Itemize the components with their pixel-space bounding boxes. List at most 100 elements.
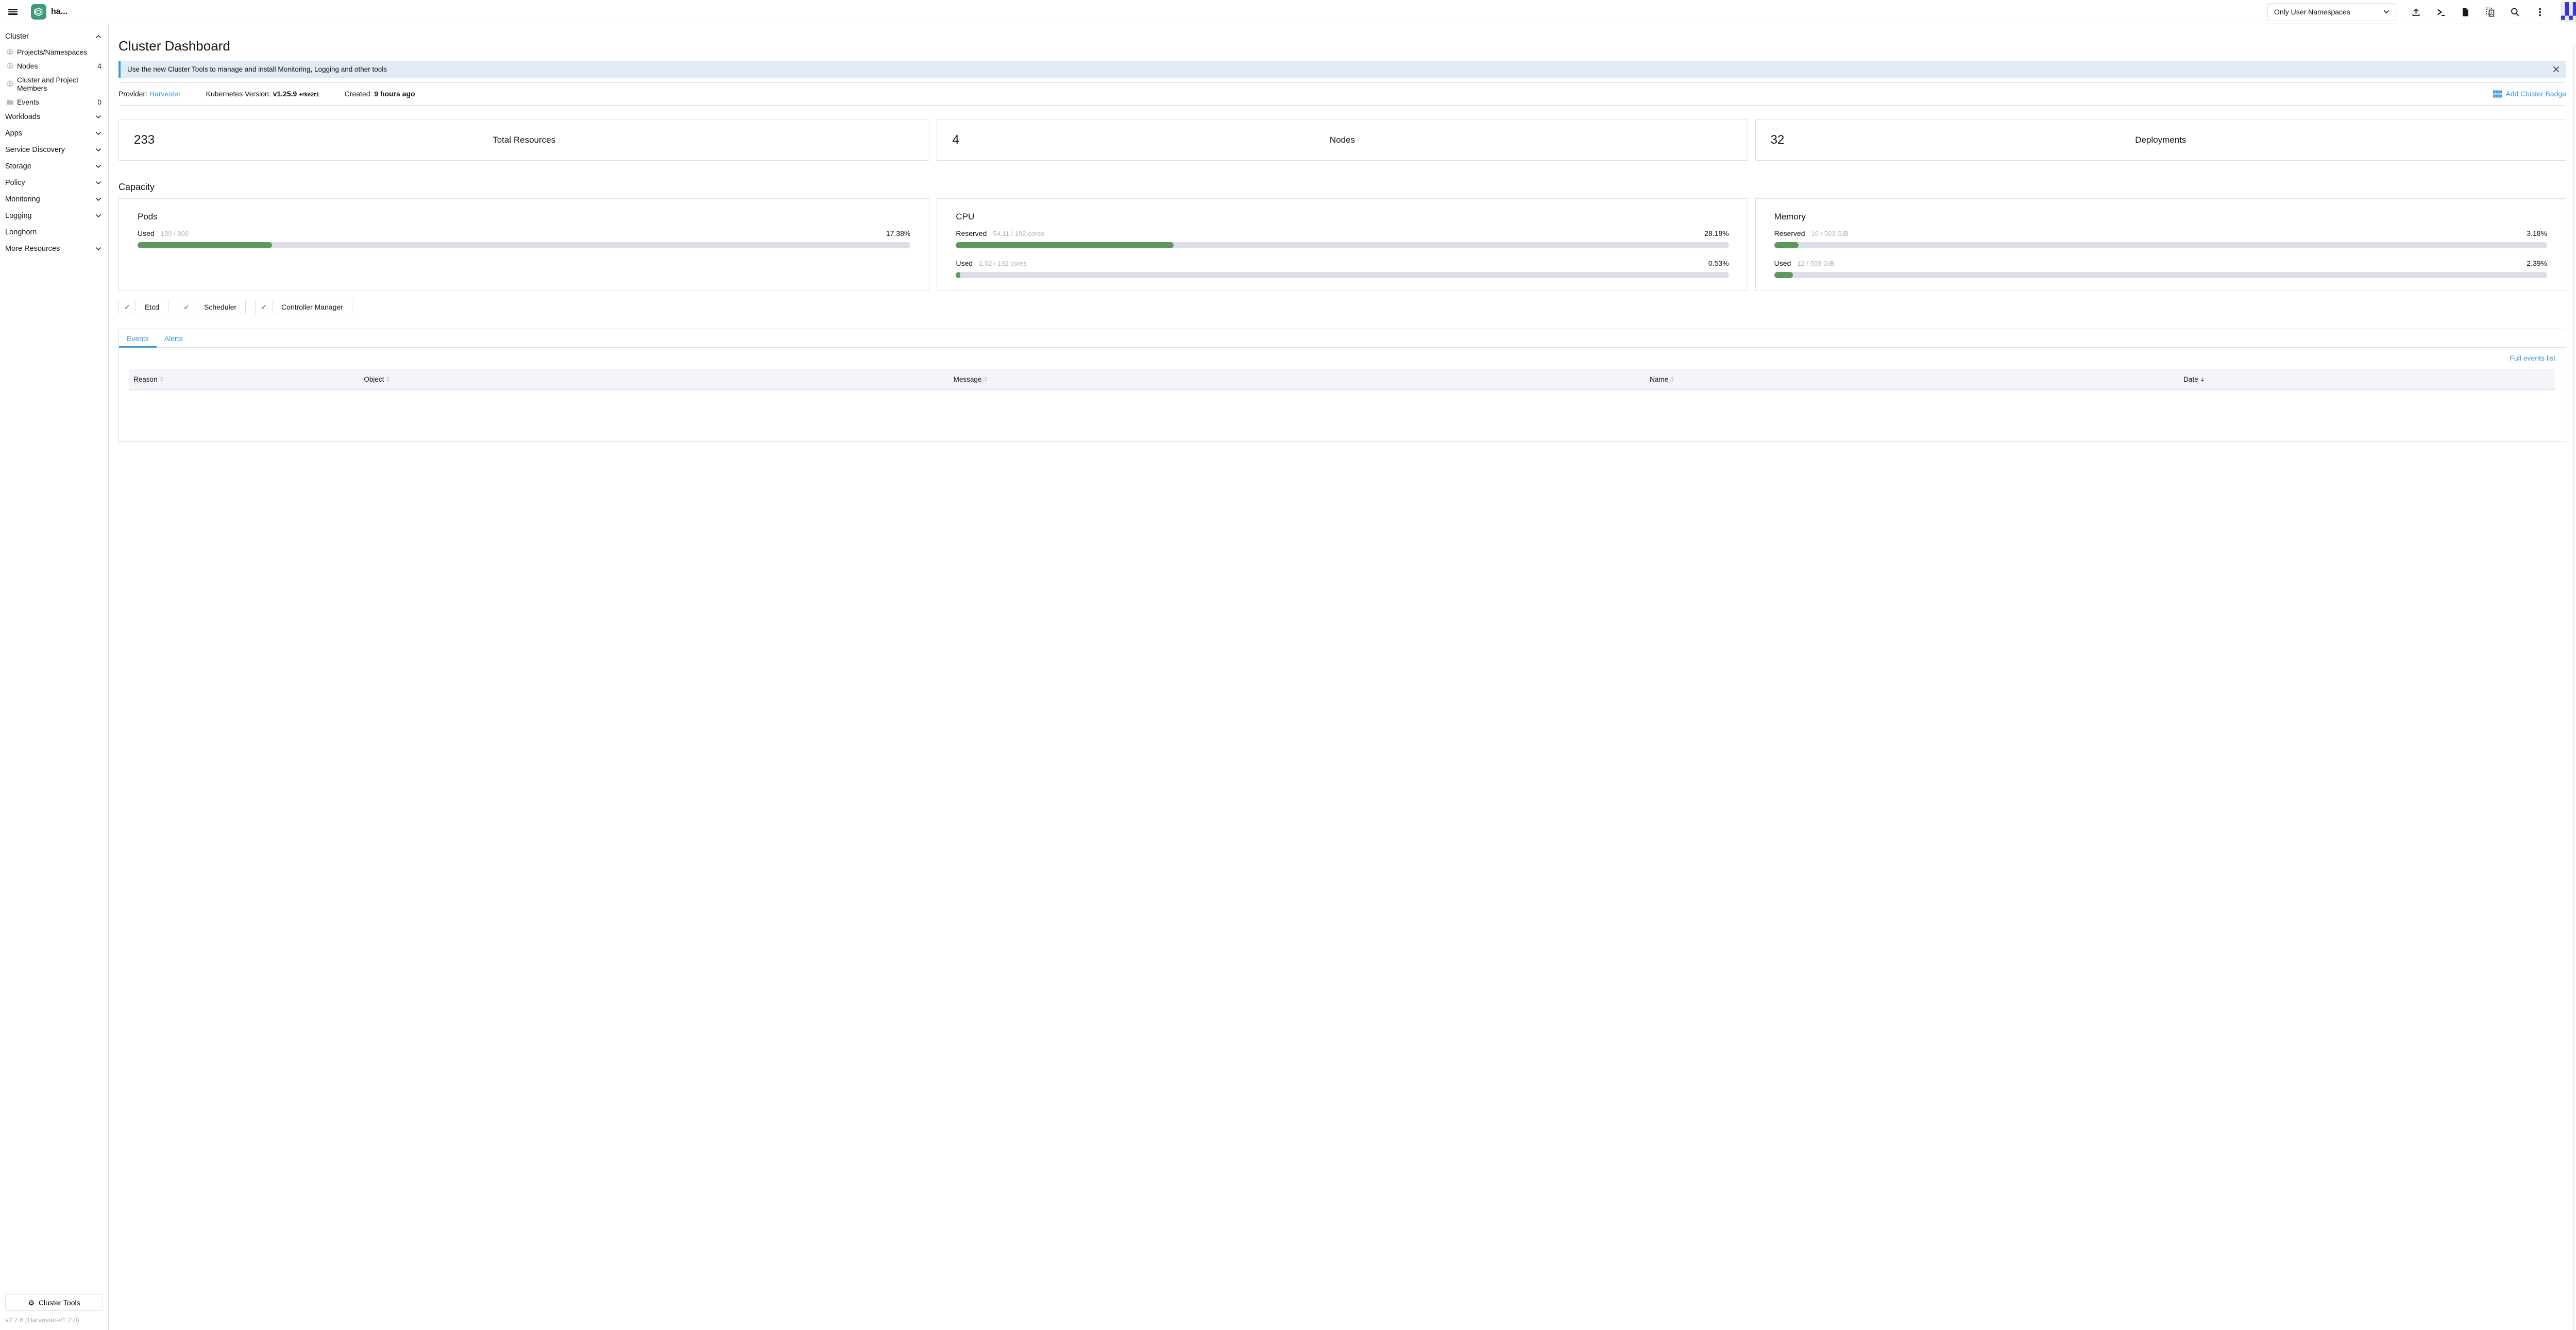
chevron-down-icon bbox=[95, 131, 101, 135]
sidebar-item-label: Nodes bbox=[17, 62, 38, 70]
progress-track bbox=[956, 242, 1728, 248]
sidebar-group-logging[interactable]: Logging bbox=[0, 208, 108, 224]
k8s-label: Kubernetes Version: bbox=[206, 90, 271, 98]
cluster-tools-button[interactable]: ⚙ Cluster Tools bbox=[5, 1294, 103, 1311]
hamburger-menu-icon[interactable] bbox=[8, 9, 18, 15]
meter-label: Used bbox=[956, 259, 973, 267]
top-header: ha... Only User Namespaces bbox=[0, 0, 2576, 24]
sidebar-item-nodes[interactable]: Nodes 4 bbox=[0, 59, 108, 73]
meter-percent: 28.18% bbox=[1704, 229, 1728, 237]
divider bbox=[118, 105, 2566, 106]
namespace-filter-select[interactable]: Only User Namespaces bbox=[2267, 3, 2396, 21]
column-header-reason[interactable]: Reason bbox=[129, 376, 360, 383]
copy-kubeconfig-icon[interactable] bbox=[2485, 7, 2495, 17]
upload-icon[interactable] bbox=[2411, 7, 2421, 17]
globe-icon bbox=[6, 80, 14, 88]
file-icon[interactable] bbox=[2461, 7, 2470, 17]
column-label: Name bbox=[1650, 376, 1668, 383]
meter-label: Reserved bbox=[1774, 229, 1805, 237]
stat-label: Total Resources bbox=[119, 135, 929, 145]
stat-label: Deployments bbox=[1756, 135, 2566, 145]
events-table-header: Reason Object Message Name bbox=[129, 369, 2555, 390]
created-pair: Created: 9 hours ago bbox=[345, 90, 415, 98]
column-label: Object bbox=[364, 376, 384, 383]
sidebar-group-label: Monitoring bbox=[5, 195, 40, 203]
globe-icon bbox=[6, 62, 14, 70]
check-icon: ✓ bbox=[119, 300, 136, 314]
column-header-message[interactable]: Message bbox=[950, 376, 1646, 383]
meter-row: Reserved 54.11 / 192 cores 28.18% bbox=[956, 229, 1728, 237]
sidebar-group-storage[interactable]: Storage bbox=[0, 158, 108, 175]
kebab-menu-icon[interactable] bbox=[2535, 7, 2545, 17]
sidebar-item-events[interactable]: Events 0 bbox=[0, 95, 108, 109]
sidebar-item-cluster-project-members[interactable]: Cluster and Project Members bbox=[0, 73, 108, 95]
main-content: Cluster Dashboard Use the new Cluster To… bbox=[109, 24, 2576, 1330]
add-cluster-badge-link[interactable]: Add Cluster Badge bbox=[2493, 90, 2566, 98]
item-count: 0 bbox=[97, 98, 101, 106]
component-etcd: ✓ Etcd bbox=[118, 300, 168, 314]
column-header-object[interactable]: Object bbox=[360, 376, 949, 383]
folder-icon bbox=[6, 98, 14, 106]
harvester-logo-icon bbox=[33, 6, 44, 18]
sidebar-group-cluster[interactable]: Cluster bbox=[0, 28, 108, 45]
column-header-date[interactable]: Date bbox=[2179, 376, 2555, 383]
progress-track bbox=[1774, 272, 2547, 278]
progress-fill bbox=[1774, 242, 1799, 248]
chevron-down-icon bbox=[95, 148, 101, 152]
stat-cards-row: Total Resources 233 Nodes 4 Deployments … bbox=[118, 119, 2566, 161]
sidebar-group-label: Apps bbox=[5, 129, 22, 138]
meter-row: Reserved 16 / 503 GiB 3.18% bbox=[1774, 229, 2547, 237]
sidebar-item-projects-namespaces[interactable]: Projects/Namespaces bbox=[0, 45, 108, 59]
column-label: Reason bbox=[133, 376, 158, 383]
harvester-logo[interactable] bbox=[31, 4, 46, 20]
meter-fraction: 1.02 / 192 cores bbox=[979, 260, 1027, 267]
column-label: Date bbox=[2183, 376, 2198, 383]
globe-icon bbox=[6, 48, 14, 56]
version-text: v2.7.6 (Harvester-v1.2.0) bbox=[0, 1316, 108, 1330]
sidebar-group-label: Storage bbox=[5, 162, 31, 170]
full-events-list-link[interactable]: Full events list bbox=[2510, 354, 2555, 362]
meter-percent: 2.39% bbox=[2527, 259, 2547, 267]
sidebar-group-apps[interactable]: Apps bbox=[0, 125, 108, 142]
user-avatar[interactable] bbox=[2561, 2, 2576, 22]
chevron-down-icon bbox=[95, 247, 101, 251]
check-icon: ✓ bbox=[256, 300, 273, 314]
sidebar-group-label: Longhorn bbox=[5, 228, 37, 236]
badge-icon bbox=[2493, 90, 2502, 98]
sidebar-group-more-resources[interactable]: More Resources bbox=[0, 241, 108, 257]
tab-alerts[interactable]: Alerts bbox=[157, 329, 191, 347]
tab-bar: Events Alerts bbox=[119, 329, 2566, 348]
sidebar-group-workloads[interactable]: Workloads bbox=[0, 109, 108, 125]
sidebar-item-label: Projects/Namespaces bbox=[17, 48, 87, 56]
column-header-name[interactable]: Name bbox=[1646, 376, 2179, 383]
capacity-heading: Capacity bbox=[118, 182, 2566, 193]
sidebar-group-longhorn[interactable]: Longhorn bbox=[0, 224, 108, 241]
search-icon[interactable] bbox=[2510, 7, 2520, 17]
sidebar-group-monitoring[interactable]: Monitoring bbox=[0, 191, 108, 208]
component-label: Scheduler bbox=[195, 300, 245, 314]
column-label: Message bbox=[954, 376, 982, 383]
component-label: Controller Manager bbox=[273, 300, 352, 314]
tab-label: Events bbox=[127, 334, 149, 343]
meter-label: Used bbox=[1774, 259, 1791, 267]
sidebar-group-label: Workloads bbox=[5, 113, 40, 121]
tab-events[interactable]: Events bbox=[119, 329, 157, 347]
provider-link[interactable]: Harvester bbox=[149, 90, 181, 98]
kubectl-shell-icon[interactable] bbox=[2436, 7, 2446, 17]
capacity-card-title: Pods bbox=[138, 212, 910, 222]
sidebar-group-label: Service Discovery bbox=[5, 146, 65, 154]
progress-fill bbox=[956, 272, 960, 278]
banner-close-icon[interactable] bbox=[2553, 66, 2560, 73]
info-banner: Use the new Cluster Tools to manage and … bbox=[118, 61, 2566, 78]
k8s-value: v1.25.9 bbox=[273, 90, 297, 98]
scrollbar[interactable] bbox=[2573, 46, 2576, 1330]
capacity-card-cpu: CPU Reserved 54.11 / 192 cores 28.18% Us… bbox=[937, 198, 1748, 291]
sidebar-item-label: Cluster and Project Members bbox=[17, 76, 101, 92]
sidebar-group-service-discovery[interactable]: Service Discovery bbox=[0, 142, 108, 158]
sidebar-group-policy[interactable]: Policy bbox=[0, 175, 108, 191]
events-table: Reason Object Message Name bbox=[129, 369, 2555, 390]
k8s-version-pair: Kubernetes Version: v1.25.9 +rke2r1 bbox=[206, 90, 319, 98]
progress-track bbox=[956, 272, 1728, 278]
progress-track bbox=[138, 242, 910, 248]
k8s-suffix: +rke2r1 bbox=[299, 92, 319, 98]
